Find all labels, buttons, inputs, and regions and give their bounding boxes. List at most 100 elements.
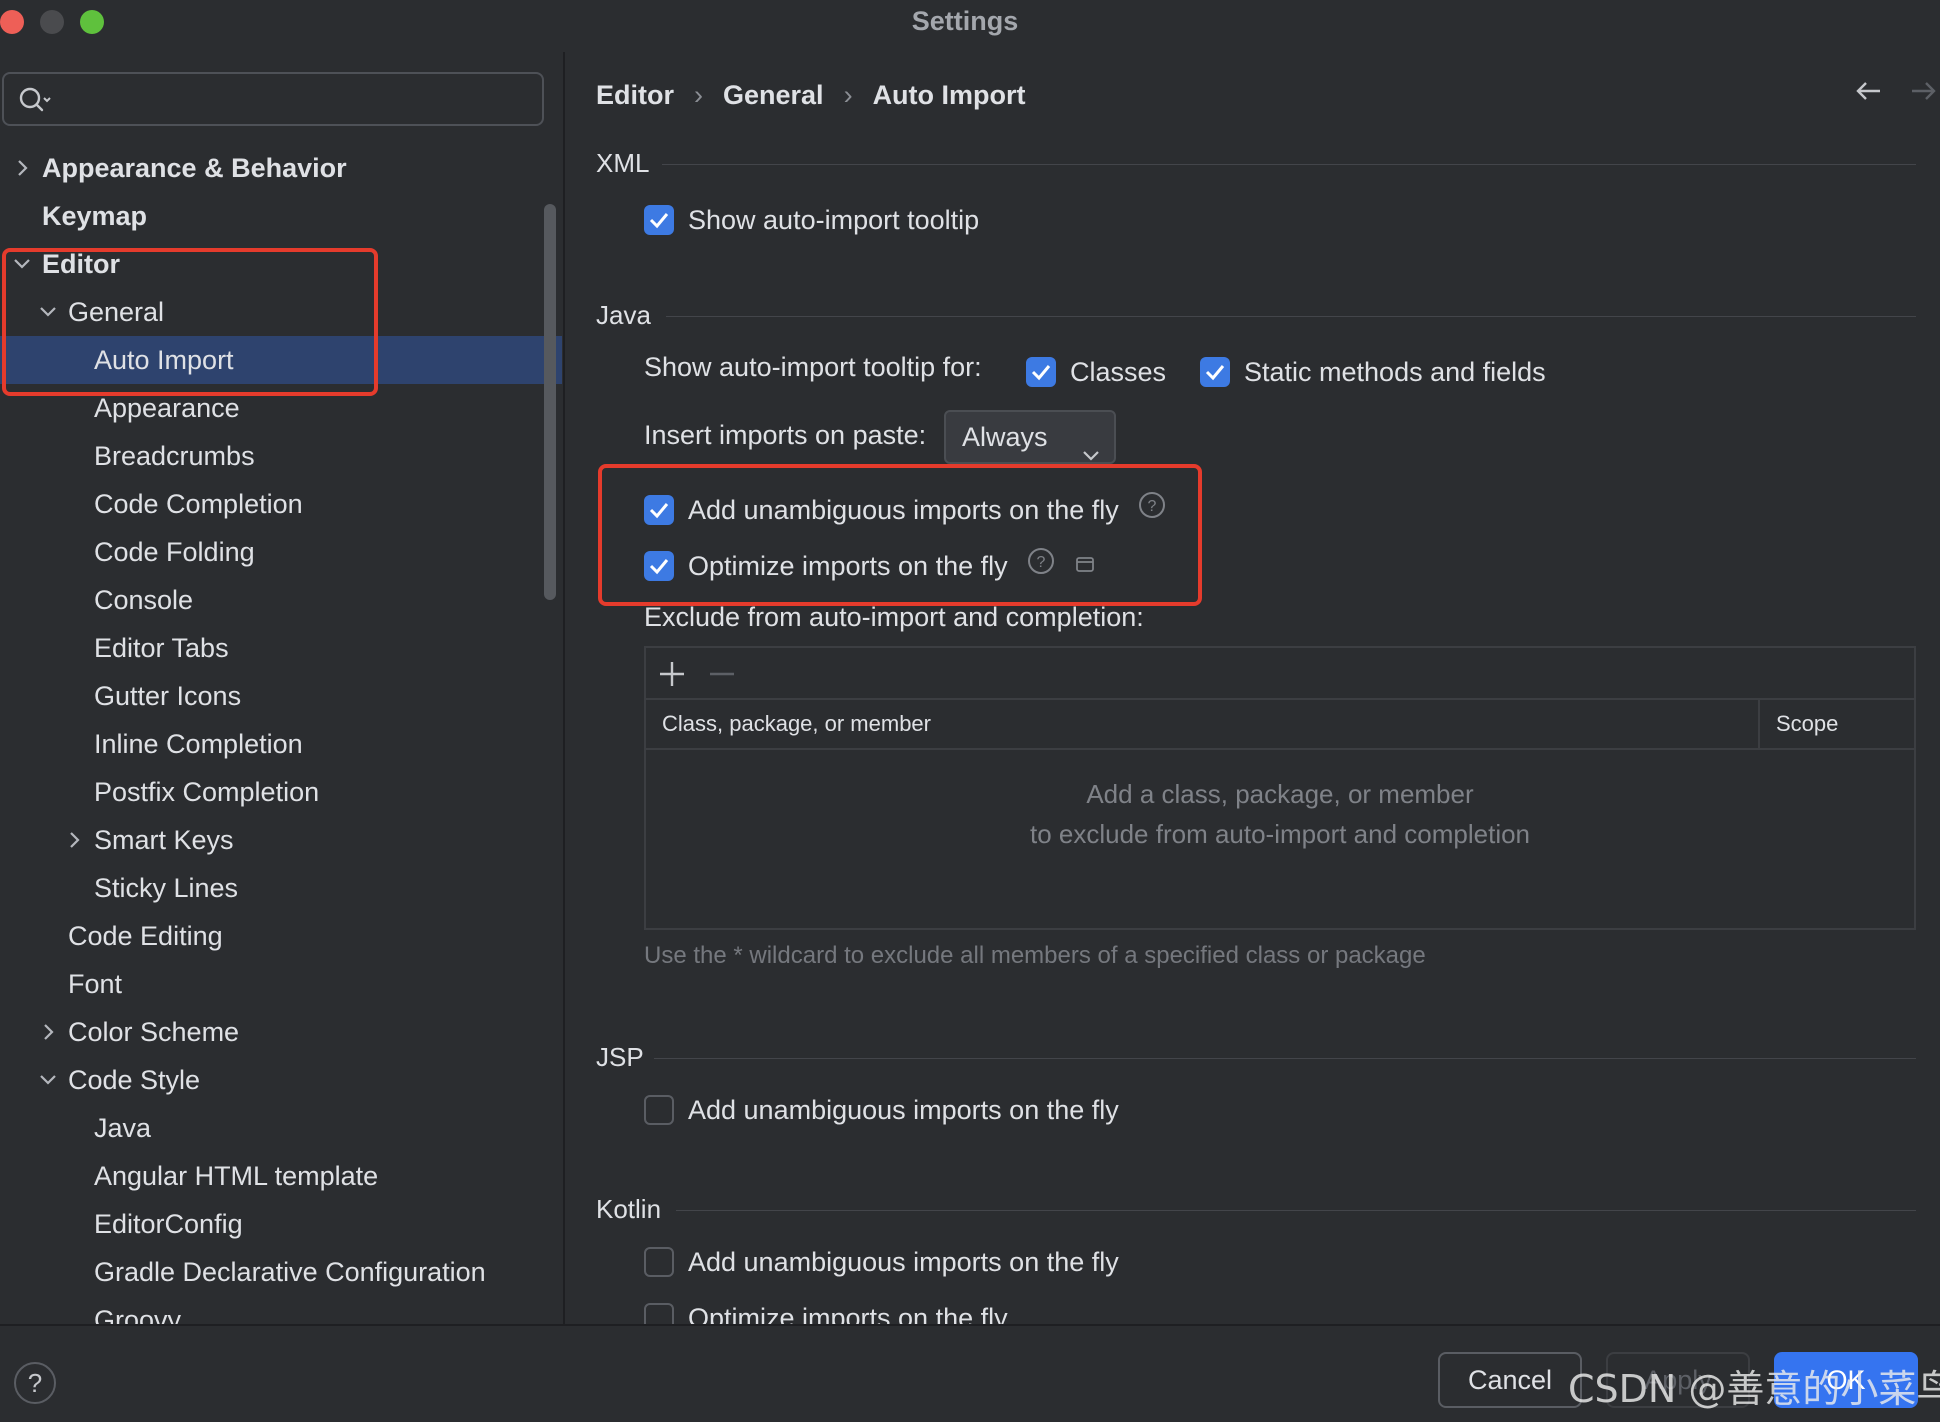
- chevron-right-icon[interactable]: [38, 1008, 62, 1056]
- table-empty-state: Add a class, package, or member to exclu…: [646, 774, 1914, 854]
- sidebar-item-label: Groovy: [94, 1305, 182, 1324]
- forward-arrow-icon[interactable]: [1908, 78, 1938, 109]
- sidebar-item-label: Breadcrumbs: [94, 441, 255, 471]
- breadcrumb-general[interactable]: General: [723, 80, 824, 110]
- sidebar-item-groovy[interactable]: Groovy: [0, 1296, 562, 1324]
- navigation-arrows: [1854, 78, 1940, 109]
- sidebar-scrollbar[interactable]: [544, 204, 556, 600]
- add-icon[interactable]: [658, 660, 686, 693]
- sidebar-item-inline-completion[interactable]: Inline Completion: [0, 720, 562, 768]
- sidebar-item-angular-html-template[interactable]: Angular HTML template: [0, 1152, 562, 1200]
- sidebar-item-label: Appearance & Behavior: [42, 153, 347, 183]
- highlight-box-java-imports: [598, 464, 1202, 606]
- settings-sidebar: Appearance & Behavior Keymap Editor General…: [0, 52, 562, 1324]
- table-toolbar: [646, 648, 1914, 700]
- wildcard-hint: Use the * wildcard to exclude all member…: [644, 942, 1426, 969]
- checkbox-checked-icon[interactable]: [1026, 356, 1056, 387]
- chevron-right-icon[interactable]: [64, 816, 88, 864]
- sidebar-item-color-scheme[interactable]: Color Scheme: [0, 1008, 562, 1056]
- sidebar-item-font[interactable]: Font: [0, 960, 562, 1008]
- column-header-class[interactable]: Class, package, or member: [662, 700, 931, 748]
- section-title-java: Java: [596, 300, 651, 330]
- checkbox-checked-icon[interactable]: [1200, 356, 1230, 387]
- section-title-jsp: JSP: [596, 1042, 644, 1072]
- watermark: CSDN @善意的小菜鸟: [1568, 1367, 1940, 1411]
- java-classes-checkbox[interactable]: Classes: [1026, 352, 1166, 390]
- section-divider: [676, 1210, 1916, 1211]
- highlight-box-editor: [2, 248, 378, 396]
- sidebar-item-label: Font: [68, 969, 123, 999]
- checkbox-checked-icon[interactable]: [644, 204, 674, 235]
- sidebar-item-gradle-declarative-configuration[interactable]: Gradle Declarative Configuration: [0, 1248, 562, 1296]
- sidebar-item-label: Inline Completion: [94, 729, 303, 759]
- sidebar-item-label: Angular HTML template: [94, 1161, 379, 1191]
- kotlin-add-unambiguous-checkbox[interactable]: Add unambiguous imports on the fly: [644, 1242, 1119, 1280]
- sidebar-item-label: Postfix Completion: [94, 777, 320, 807]
- sidebar-item-editorconfig[interactable]: EditorConfig: [0, 1200, 562, 1248]
- sidebar-item-label: Gradle Declarative Configuration: [94, 1257, 486, 1287]
- column-header-scope[interactable]: Scope: [1776, 700, 1838, 748]
- sidebar-item-label: Gutter Icons: [94, 681, 242, 711]
- checkbox-unchecked-icon[interactable]: [644, 1094, 674, 1125]
- sidebar-item-label: EditorConfig: [94, 1209, 243, 1239]
- sidebar-item-label: Code Style: [68, 1065, 201, 1095]
- sidebar-item-java[interactable]: Java: [0, 1104, 562, 1152]
- sidebar-item-gutter-icons[interactable]: Gutter Icons: [0, 672, 562, 720]
- search-input[interactable]: [2, 72, 544, 126]
- back-arrow-icon[interactable]: [1854, 78, 1884, 109]
- checkbox-unchecked-icon[interactable]: [644, 1302, 674, 1324]
- tooltip-for-label: Show auto-import tooltip for:: [644, 352, 982, 382]
- settings-content: Editor › General › Auto Import XML Show auto…: [566, 52, 1940, 1324]
- search-icon: [18, 86, 52, 119]
- kotlin-optimize-checkbox[interactable]: Optimize imports on the fly: [644, 1298, 1008, 1324]
- sidebar-item-sticky-lines[interactable]: Sticky Lines: [0, 864, 562, 912]
- section-title-xml: XML: [596, 148, 650, 178]
- sidebar-item-label: Console: [94, 585, 194, 615]
- section-divider: [666, 316, 1916, 317]
- sidebar-item-postfix-completion[interactable]: Postfix Completion: [0, 768, 562, 816]
- sidebar-item-keymap[interactable]: Keymap: [0, 192, 562, 240]
- sidebar-item-code-editing[interactable]: Code Editing: [0, 912, 562, 960]
- sidebar-item-breadcrumbs[interactable]: Breadcrumbs: [0, 432, 562, 480]
- sidebar-item-label: Code Completion: [94, 489, 303, 519]
- sidebar-item-code-folding[interactable]: Code Folding: [0, 528, 562, 576]
- sidebar-item-label: Code Folding: [94, 537, 255, 567]
- sidebar-item-console[interactable]: Console: [0, 576, 562, 624]
- window-title: Settings: [911, 6, 1019, 36]
- exclude-label: Exclude from auto-import and completion:: [644, 602, 1144, 632]
- section-divider: [654, 1058, 1916, 1059]
- insert-on-paste-label: Insert imports on paste:: [644, 420, 927, 450]
- empty-state-line: Add a class, package, or member: [1086, 779, 1474, 809]
- checkbox-unchecked-icon[interactable]: [644, 1246, 674, 1277]
- xml-show-tooltip-checkbox[interactable]: Show auto-import tooltip: [644, 200, 979, 238]
- sidebar-item-label: Sticky Lines: [94, 873, 239, 903]
- sidebar-item-appearance-behavior[interactable]: Appearance & Behavior: [0, 144, 562, 192]
- chevron-down-icon[interactable]: [38, 1056, 62, 1104]
- sidebar-item-label: Smart Keys: [94, 825, 234, 855]
- java-static-methods-checkbox[interactable]: Static methods and fields: [1200, 352, 1546, 390]
- sidebar-item-label: Keymap: [42, 201, 148, 231]
- cancel-button[interactable]: Cancel: [1438, 1352, 1582, 1408]
- breadcrumb-editor[interactable]: Editor: [596, 80, 674, 110]
- exclude-table: Class, package, or member Scope Add a cl…: [644, 646, 1916, 930]
- jsp-add-unambiguous-checkbox[interactable]: Add unambiguous imports on the fly: [644, 1090, 1119, 1128]
- column-divider[interactable]: [1758, 700, 1760, 748]
- breadcrumb-separator: ›: [843, 80, 853, 110]
- sidebar-item-label: Code Editing: [68, 921, 223, 951]
- section-title-kotlin: Kotlin: [596, 1194, 662, 1224]
- sidebar-item-editor-tabs[interactable]: Editor Tabs: [0, 624, 562, 672]
- sidebar-item-label: Editor Tabs: [94, 633, 229, 663]
- insert-on-paste-dropdown[interactable]: Always: [944, 410, 1116, 464]
- breadcrumb-auto-import: Auto Import: [872, 80, 1026, 110]
- remove-icon[interactable]: [708, 660, 736, 693]
- table-header: Class, package, or member Scope: [646, 700, 1914, 750]
- sidebar-item-label: Color Scheme: [68, 1017, 240, 1047]
- sidebar-item-code-style[interactable]: Code Style: [0, 1056, 562, 1104]
- sidebar-item-code-completion[interactable]: Code Completion: [0, 480, 562, 528]
- breadcrumb-separator: ›: [694, 80, 703, 110]
- sidebar-item-label: Java: [94, 1113, 152, 1143]
- chevron-right-icon[interactable]: [12, 144, 36, 192]
- help-button[interactable]: ?: [14, 1362, 56, 1404]
- sidebar-item-smart-keys[interactable]: Smart Keys: [0, 816, 562, 864]
- sidebar-divider[interactable]: [563, 52, 565, 1324]
